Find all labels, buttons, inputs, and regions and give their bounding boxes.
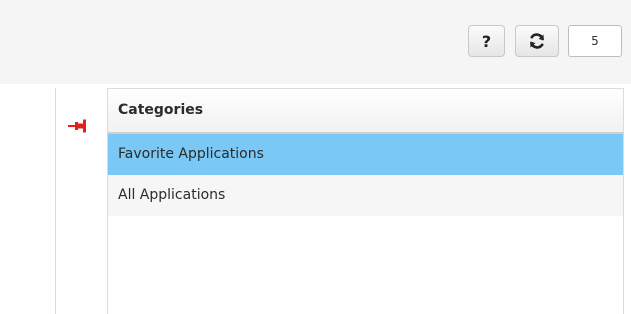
category-row-all-applications[interactable]: All Applications	[108, 175, 623, 216]
categories-grid: Categories Favorite Applications All App…	[107, 88, 624, 314]
categories-header: Categories	[108, 89, 623, 134]
help-button[interactable]: ?	[468, 25, 505, 57]
pin-icon[interactable]	[67, 118, 89, 134]
refresh-icon	[530, 33, 544, 49]
refresh-button[interactable]	[515, 25, 559, 57]
category-row-favorite-applications[interactable]: Favorite Applications	[108, 134, 623, 175]
help-label: ?	[481, 31, 492, 51]
page-size-field[interactable]: 5	[568, 25, 622, 57]
toolbar: ? 5	[0, 0, 631, 84]
categories-panel: Categories Favorite Applications All App…	[55, 88, 631, 314]
page-size-value: 5	[591, 34, 599, 48]
